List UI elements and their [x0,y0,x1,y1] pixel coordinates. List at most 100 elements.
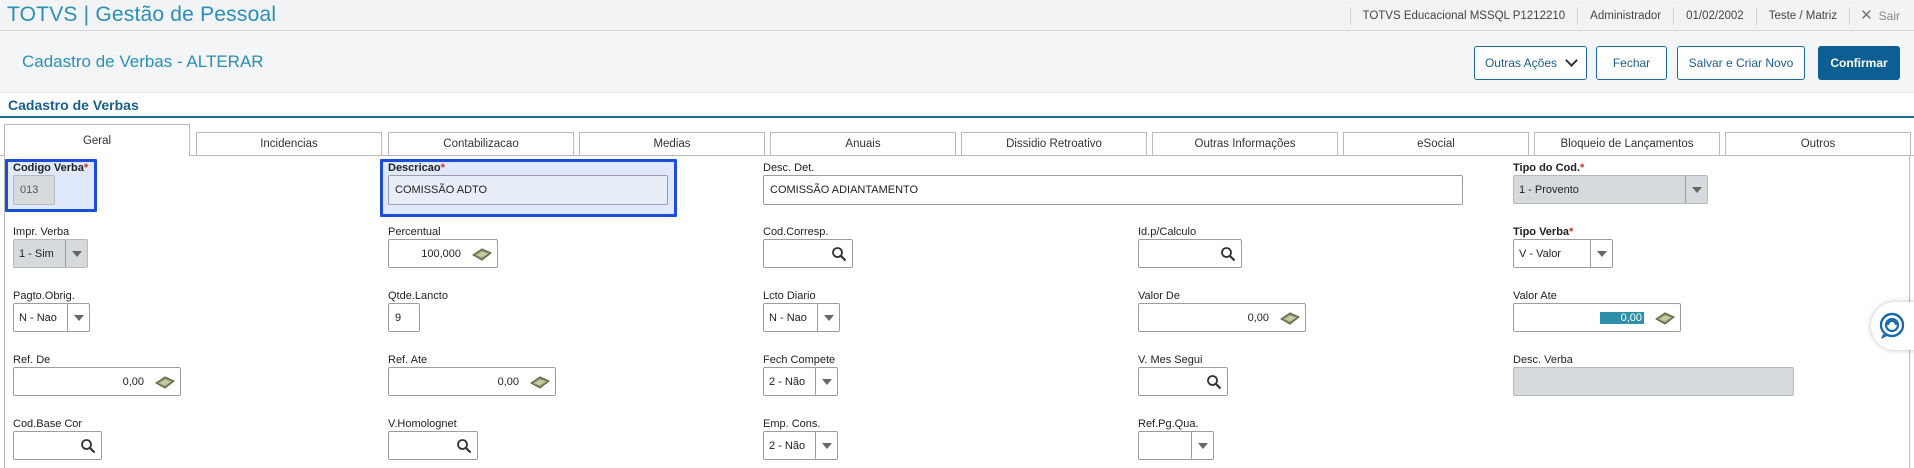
calculator-icon[interactable] [1280,312,1300,325]
magnifier-icon[interactable] [80,438,96,454]
magnifier-icon[interactable] [456,438,472,454]
pagto-obrig-value: N - Nao [19,311,57,324]
cod-corresp-input[interactable] [763,239,853,268]
percentual-label: Percentual [388,226,441,238]
calculator-icon[interactable] [530,376,550,389]
calculator-icon[interactable] [1655,312,1675,325]
close-button[interactable]: Fechar [1596,46,1667,80]
chevron-down-icon [67,304,89,331]
desc-det-label: Desc. Det. [763,162,815,174]
valor-ate-label: Valor Ate [1513,290,1557,302]
tipo-cod-select[interactable]: 1 - Provento [1513,175,1708,204]
cod-base-cor-input[interactable] [13,431,102,460]
environment-label: TOTVS Educacional MSSQL P1212210 [1349,6,1578,25]
other-actions-label: Outras Ações [1484,56,1558,70]
save-and-new-button[interactable]: Salvar e Criar Novo [1677,46,1805,80]
tab-geral[interactable]: Geral [4,124,190,156]
tab-bloqueio-lancamentos[interactable]: Bloqueio de Lançamentos [1534,132,1720,156]
v-mes-segui-label: V. Mes Segui [1138,354,1203,366]
pagto-obrig-label: Pagto.Obrig. [13,290,75,302]
tab-medias[interactable]: Medias [579,132,765,156]
exit-label: Sair [1878,8,1900,23]
app-brand: TOTVS | Gestão de Pessoal [7,3,277,26]
valor-de-input[interactable]: 0,00 [1138,303,1306,332]
tab-bar: Geral Incidencias Contabilizacao Medias … [4,124,1914,156]
fech-compete-value: 2 - Não [769,375,806,388]
valor-ate-input[interactable]: 0,00 [1513,303,1681,332]
page-header: Cadastro de Verbas - ALTERAR Outras Açõe… [0,31,1914,93]
descricao-input[interactable]: COMISSÃO ADTO [388,175,668,205]
chevron-down-icon [1191,432,1213,459]
qtde-lancto-input[interactable]: 9 [388,303,420,332]
tipo-cod-label: Tipo do Cod.* [1513,162,1585,174]
tab-incidencias[interactable]: Incidencias [196,132,382,156]
chat-button[interactable] [1871,302,1914,350]
lcto-diario-select[interactable]: N - Nao [763,303,840,332]
calculator-icon[interactable] [155,376,175,389]
calculator-icon[interactable] [472,248,492,261]
desc-verba-label: Desc. Verba [1513,354,1573,366]
ref-ate-input[interactable]: 0,00 [388,367,556,396]
section-title: Cadastro de Verbas [8,97,139,113]
desc-verba-input[interactable] [1513,367,1794,396]
v-mes-segui-input[interactable] [1138,367,1228,396]
id-calculo-input[interactable] [1138,239,1242,268]
valor-de-value: 0,00 [1247,311,1269,324]
ref-pg-qua-label: Ref.Pg.Qua. [1138,418,1199,430]
impr-verba-select[interactable]: 1 - Sim [13,239,88,268]
tipo-cod-value: 1 - Provento [1519,183,1579,196]
ref-pg-qua-select[interactable] [1138,431,1214,460]
exit-button[interactable]: ✕ Sair [1849,6,1914,25]
date-label: 01/02/2002 [1673,6,1756,25]
fech-compete-select[interactable]: 2 - Não [763,367,838,396]
tab-outras-informacoes[interactable]: Outras Informações [1152,132,1338,156]
tipo-verba-label: Tipo Verba* [1513,226,1574,238]
impr-verba-value: 1 - Sim [19,247,54,260]
other-actions-button[interactable]: Outras Ações [1474,46,1587,80]
emp-cons-label: Emp. Cons. [763,418,821,430]
ref-de-label: Ref. De [13,354,51,366]
emp-cons-value: 2 - Não [769,439,806,452]
v-homolognet-input[interactable] [388,431,478,460]
valor-ate-value: 0,00 [1600,311,1644,324]
tab-esocial[interactable]: eSocial [1343,132,1529,156]
tab-outros[interactable]: Outros [1725,132,1911,156]
desc-det-input[interactable]: COMISSÃO ADIANTAMENTO [763,175,1463,205]
chevron-down-icon [817,304,839,331]
magnifier-icon[interactable] [1206,374,1222,390]
tab-dissidio-retroativo[interactable]: Dissidio Retroativo [961,132,1147,156]
page-title: Cadastro de Verbas - ALTERAR [22,52,264,71]
cod-base-cor-label: Cod.Base Cor [13,418,83,430]
codigo-verba-label: Codigo Verba* [13,162,89,174]
impr-verba-label: Impr. Verba [13,226,70,238]
ref-de-input[interactable]: 0,00 [13,367,181,396]
tabs-divider [0,155,1914,156]
magnifier-icon[interactable] [1220,246,1236,262]
pagto-obrig-select[interactable]: N - Nao [13,303,90,332]
ref-de-value: 0,00 [122,375,144,388]
chevron-down-icon [65,240,87,267]
tab-contabilizacao[interactable]: Contabilizacao [388,132,574,156]
chevron-down-icon [1590,240,1612,267]
lcto-diario-value: N - Nao [769,311,807,324]
valor-de-label: Valor De [1138,290,1180,302]
branch-label[interactable]: Teste / Matriz [1755,6,1849,25]
codigo-verba-input[interactable]: 013 [13,175,55,205]
confirm-button[interactable]: Confirmar [1818,46,1900,80]
chevron-down-icon [815,368,837,395]
fech-compete-label: Fech Compete [763,354,836,366]
percentual-input[interactable]: 100,000 [388,239,498,268]
qtde-lancto-label: Qtde.Lancto [388,290,448,302]
percentual-value: 100,000 [421,247,461,260]
emp-cons-select[interactable]: 2 - Não [763,431,838,460]
id-calculo-label: Id.p/Calculo [1138,226,1197,238]
close-icon: ✕ [1860,6,1873,24]
v-homolognet-label: V.Homolognet [388,418,457,430]
lcto-diario-label: Lcto Diario [763,290,816,302]
tipo-verba-value: V - Valor [1519,247,1561,260]
tab-anuais[interactable]: Anuais [770,132,956,156]
magnifier-icon[interactable] [831,246,847,262]
user-label: Administrador [1577,6,1673,25]
chat-bubble-icon [1879,312,1905,339]
tipo-verba-select[interactable]: V - Valor [1513,239,1613,268]
